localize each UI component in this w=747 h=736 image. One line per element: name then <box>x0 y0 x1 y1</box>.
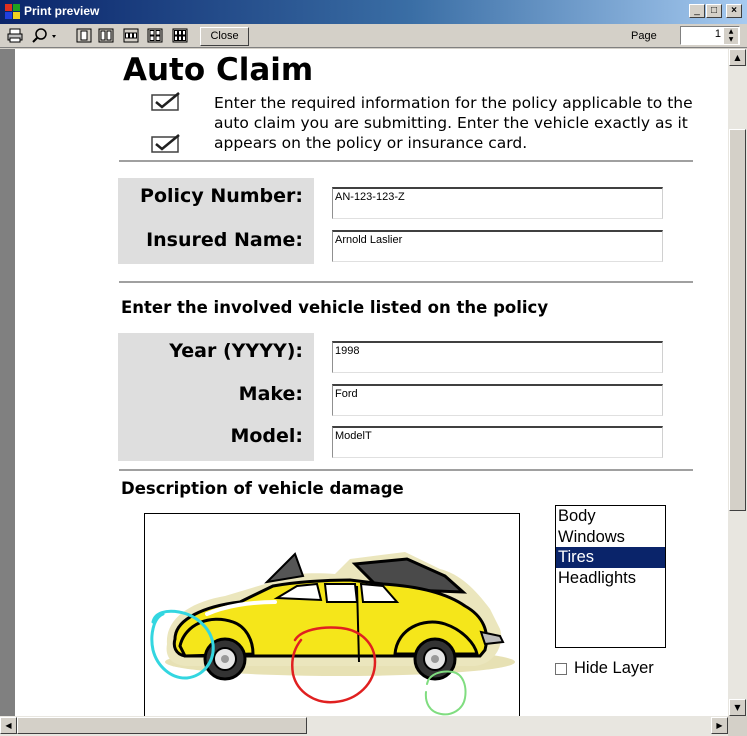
app-icon <box>5 4 20 19</box>
minimize-button[interactable]: _ <box>689 4 705 18</box>
model-label: Model: <box>230 425 303 447</box>
preview-page: Auto Claim Enter the required informatio… <box>15 49 728 716</box>
make-label: Make: <box>238 383 303 405</box>
hide-layer-option[interactable]: Hide Layer <box>555 659 654 678</box>
doc-title: Auto Claim <box>123 52 314 88</box>
list-item[interactable]: Body <box>556 506 665 527</box>
intro-line-2: auto claim you are submitting. Enter the… <box>214 114 688 132</box>
close-preview-button[interactable]: Close <box>200 27 249 46</box>
close-icon: × <box>731 5 737 16</box>
scroll-up-button[interactable]: ▲ <box>729 49 746 66</box>
arrow-right-icon: ▶ <box>716 721 723 730</box>
preview-viewport: Auto Claim Enter the required informatio… <box>0 49 728 716</box>
damage-type-list[interactable]: Body Windows Tires Headlights <box>555 505 666 648</box>
checkbox-icon <box>151 134 180 153</box>
scroll-down-button[interactable]: ▼ <box>729 699 746 716</box>
page-number-stepper[interactable]: 1 ▲ ▼ <box>680 26 740 45</box>
magnifier-icon <box>32 28 56 43</box>
four-pages-icon <box>147 28 163 43</box>
list-item[interactable]: Headlights <box>556 568 665 589</box>
intro-line-3: appears on the policy or insurance card. <box>214 134 528 152</box>
divider <box>119 160 693 162</box>
two-pages-icon <box>98 28 114 43</box>
arrow-down-icon: ▼ <box>734 703 741 712</box>
one-page-icon <box>76 28 92 43</box>
arrow-left-icon: ◀ <box>5 721 12 730</box>
two-pages-button[interactable] <box>97 27 115 44</box>
model-field[interactable]: ModelT <box>332 426 663 458</box>
car-illustration <box>150 552 515 716</box>
six-pages-button[interactable] <box>171 27 189 44</box>
zoom-button[interactable] <box>31 27 59 44</box>
policy-number-label: Policy Number: <box>140 185 303 207</box>
insured-name-label: Insured Name: <box>146 229 303 251</box>
page-number-value: 1 <box>714 28 721 40</box>
three-pages-icon <box>123 28 139 43</box>
print-button[interactable] <box>6 27 24 44</box>
year-label: Year (YYYY): <box>169 340 303 362</box>
year-field[interactable]: 1998 <box>332 341 663 373</box>
spin-up-icon[interactable]: ▲ <box>724 28 738 36</box>
divider <box>119 469 693 471</box>
one-page-button[interactable] <box>75 27 93 44</box>
vertical-scrollbar[interactable]: ▲ ▼ <box>728 49 747 716</box>
checkbox-icon <box>151 92 180 111</box>
window-title: Print preview <box>24 4 100 18</box>
list-item[interactable]: Windows <box>556 527 665 548</box>
hide-layer-label: Hide Layer <box>574 659 654 677</box>
vertical-scroll-thumb[interactable] <box>729 129 746 511</box>
damage-drawing-area[interactable] <box>144 513 520 716</box>
vehicle-heading: Enter the involved vehicle listed on the… <box>121 298 549 317</box>
scroll-right-button[interactable]: ▶ <box>711 717 728 734</box>
four-pages-button[interactable] <box>146 27 164 44</box>
title-bar: Print preview _ □ × <box>0 0 747 24</box>
insured-name-field[interactable]: Arnold Laslier <box>332 230 663 262</box>
printer-icon <box>7 28 23 43</box>
spin-down-icon[interactable]: ▼ <box>724 36 738 44</box>
six-pages-icon <box>172 28 188 43</box>
make-field[interactable]: Ford <box>332 384 663 416</box>
arrow-up-icon: ▲ <box>734 53 741 62</box>
horizontal-scroll-thumb[interactable] <box>17 717 307 734</box>
toolbar: Close Page 1 ▲ ▼ <box>0 24 747 48</box>
damage-heading: Description of vehicle damage <box>121 479 404 498</box>
intro-line-1: Enter the required information for the p… <box>214 94 693 112</box>
minimize-icon: _ <box>694 5 700 16</box>
list-item-selected[interactable]: Tires <box>556 547 665 568</box>
divider <box>119 281 693 283</box>
close-window-button[interactable]: × <box>726 4 742 18</box>
page-label: Page <box>631 30 657 42</box>
scroll-left-button[interactable]: ◀ <box>0 717 17 734</box>
maximize-icon: □ <box>710 5 718 16</box>
policy-number-field[interactable]: AN-123-123-Z <box>332 187 663 219</box>
horizontal-scrollbar[interactable]: ◀ ▶ <box>0 716 728 736</box>
maximize-button[interactable]: □ <box>706 4 722 18</box>
three-pages-button[interactable] <box>122 27 140 44</box>
scrollbar-corner <box>728 716 747 736</box>
hide-layer-checkbox[interactable] <box>555 662 567 675</box>
